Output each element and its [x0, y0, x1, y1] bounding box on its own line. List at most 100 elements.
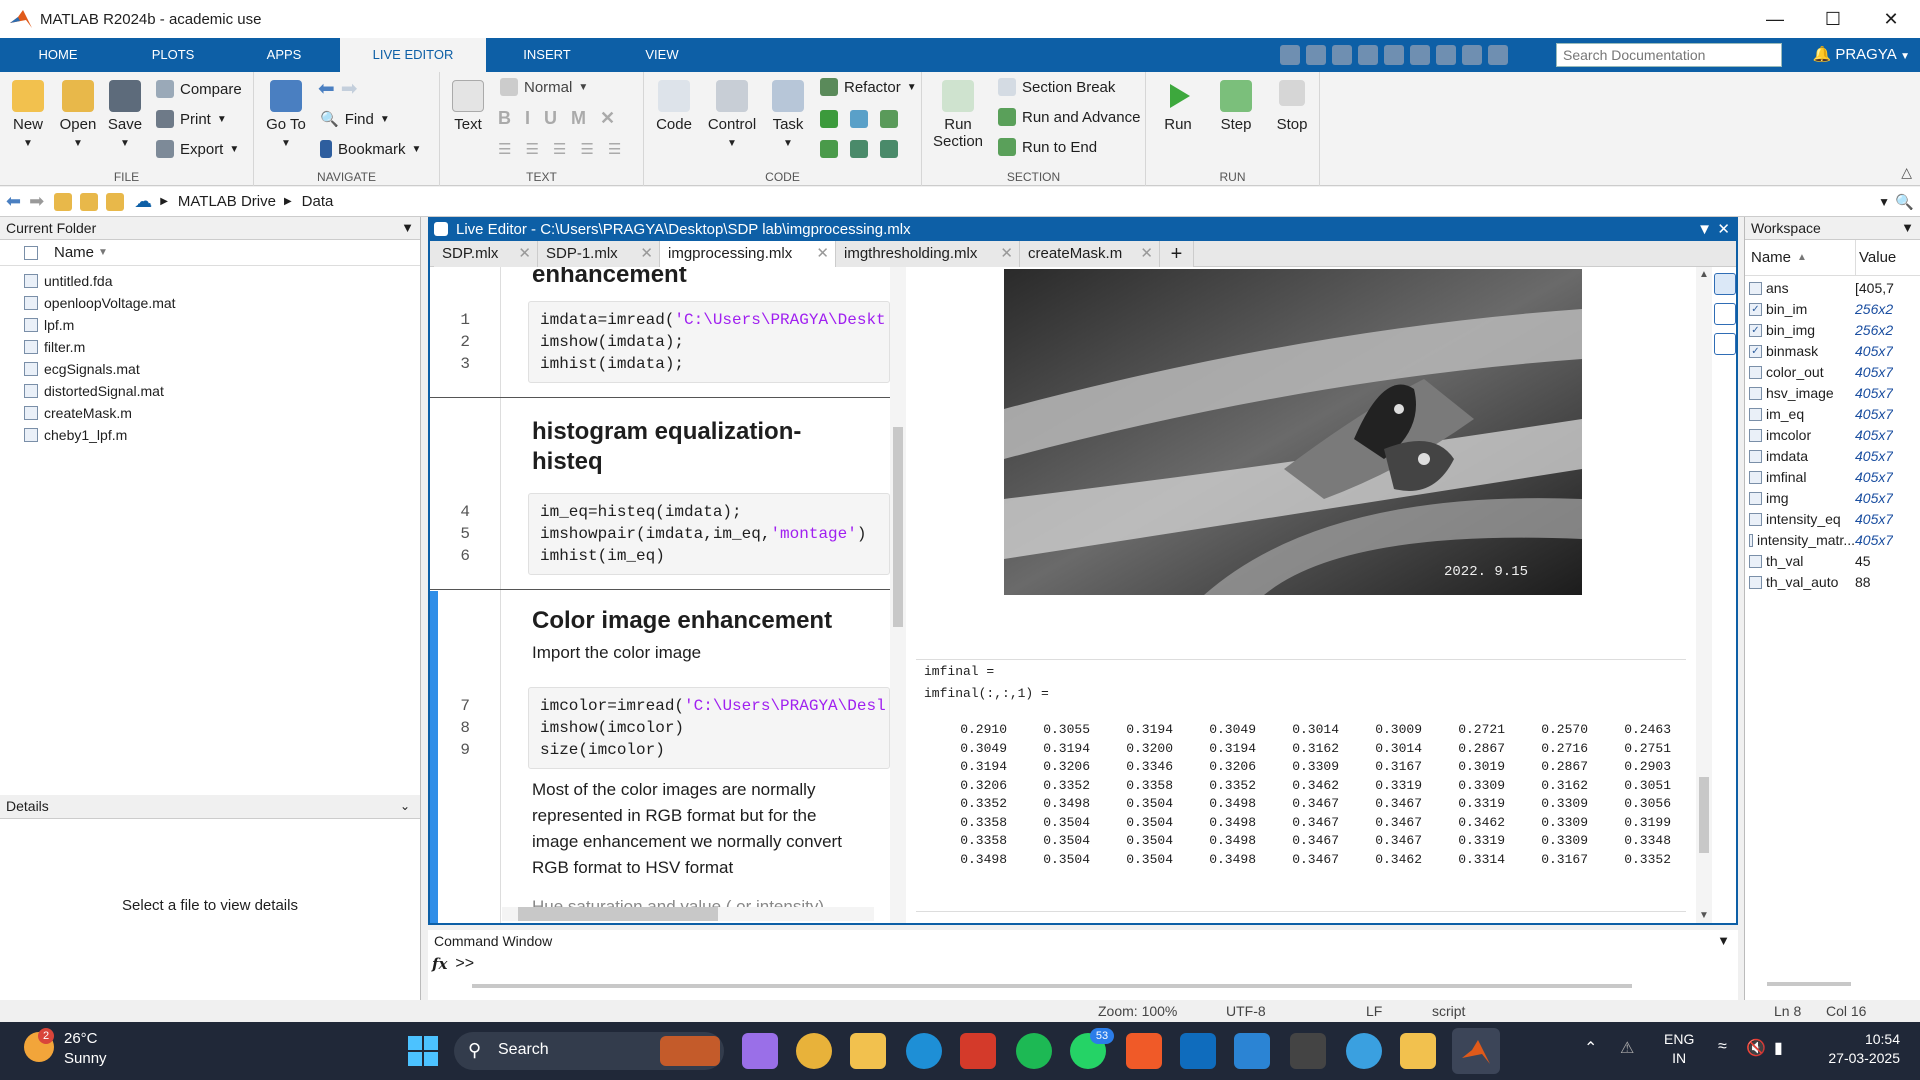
text-button[interactable]: Text — [448, 80, 488, 133]
user-menu[interactable]: 🔔 PRAGYA ▼ — [1812, 38, 1910, 72]
scroll-down-icon[interactable]: ▼ — [1699, 910, 1709, 921]
code-vertical-scrollbar[interactable] — [890, 267, 906, 923]
run-to-end-button[interactable]: Run to End — [998, 138, 1097, 156]
find-button[interactable]: 🔍 Find ▼ — [320, 110, 390, 129]
workspace-variable-row[interactable]: ✓ bin_im 256x2 — [1745, 299, 1920, 320]
save-button[interactable]: Save ▼ — [104, 80, 146, 150]
settings-icon[interactable] — [1488, 45, 1508, 65]
chrome-icon[interactable] — [796, 1033, 832, 1069]
file-list-item[interactable]: ecgSignals.mat — [0, 358, 420, 380]
workspace-variable-row[interactable]: th_val_auto 88 — [1745, 572, 1920, 593]
edge-icon[interactable] — [906, 1033, 942, 1069]
tab-close-icon[interactable]: ✕ — [1000, 241, 1013, 267]
bookmark-button[interactable]: Bookmark ▼ — [320, 140, 421, 158]
file-list-item[interactable]: distortedSignal.mat — [0, 380, 420, 402]
redo-icon[interactable] — [1410, 45, 1430, 65]
search-documentation-input[interactable]: Search Documentation — [1556, 43, 1782, 67]
collapse-ribbon-icon[interactable]: △ — [1901, 164, 1912, 181]
wifi-icon[interactable]: ≈ — [1718, 1038, 1727, 1056]
step-button[interactable]: Step — [1214, 80, 1258, 133]
clear-format-icon[interactable]: ✕ — [600, 108, 615, 129]
outlook-icon[interactable] — [1180, 1033, 1216, 1069]
uncomment-icon[interactable] — [880, 110, 898, 128]
file-list-item[interactable]: lpf.m — [0, 314, 420, 336]
comment-icon[interactable] — [820, 110, 838, 128]
tab-view[interactable]: VIEW — [626, 38, 698, 72]
wrap-comments-icon[interactable] — [850, 110, 868, 128]
help-icon[interactable] — [1462, 45, 1482, 65]
command-input-row[interactable]: fx >> — [428, 952, 1738, 976]
editor-close-icon[interactable]: ✕ — [1717, 219, 1730, 241]
details-header[interactable]: Details ⌄ — [0, 795, 420, 819]
new-button[interactable]: New ▼ — [8, 80, 48, 150]
control-button[interactable]: Control ▼ — [704, 80, 760, 150]
folder-column-header[interactable]: Name ▼ — [0, 240, 420, 266]
forward-arrow-icon[interactable]: ➡ — [341, 76, 358, 101]
command-prompt[interactable]: >> — [455, 955, 474, 973]
medium-icon[interactable] — [1290, 1033, 1326, 1069]
command-scrollbar[interactable] — [472, 984, 1632, 988]
taskbar-search-box[interactable]: ⚲ Search — [454, 1032, 724, 1070]
new-tab-plus-icon[interactable]: + — [1160, 241, 1194, 267]
run-and-advance-button[interactable]: Run and Advance — [998, 108, 1140, 126]
tab-imgthresholding-mlx[interactable]: imgthresholding.mlx ✕ — [836, 241, 1020, 267]
file-explorer-icon[interactable] — [850, 1033, 886, 1069]
paste-icon[interactable] — [1358, 45, 1378, 65]
run-button[interactable]: Run — [1156, 80, 1200, 133]
spotify-icon[interactable] — [1016, 1033, 1052, 1069]
monospace-icon[interactable]: M — [571, 108, 586, 129]
outdent-icon[interactable] — [880, 140, 898, 158]
tab-close-icon[interactable]: ✕ — [640, 241, 653, 267]
print-button[interactable]: Print ▼ — [156, 110, 227, 128]
vscode-icon[interactable] — [1234, 1033, 1270, 1069]
status-line-ending[interactable]: LF — [1366, 1003, 1382, 1019]
workspace-scrollbar[interactable] — [1767, 982, 1851, 986]
bold-icon[interactable]: B — [498, 108, 511, 129]
workspace-variable-row[interactable]: ✓ binmask 405x7 — [1745, 341, 1920, 362]
align-center-icon[interactable]: ☰ — [580, 140, 593, 158]
goto-button[interactable]: Go To ▼ — [262, 80, 310, 150]
back-arrow-icon[interactable]: ⬅ — [318, 76, 335, 101]
tab-sdp-1-mlx[interactable]: SDP-1.mlx ✕ — [538, 241, 660, 267]
align-right-icon[interactable]: ☰ — [608, 140, 621, 158]
hide-code-icon[interactable] — [1714, 333, 1736, 355]
minimize-button[interactable]: — — [1746, 0, 1804, 38]
chevron-down-icon[interactable]: ⌄ — [400, 795, 410, 817]
workspace-variable-row[interactable]: imcolor 405x7 — [1745, 425, 1920, 446]
ws-value-header[interactable]: Value — [1859, 240, 1896, 276]
status-zoom[interactable]: Zoom: 100% — [1098, 1003, 1177, 1019]
scroll-up-icon[interactable]: ▲ — [1699, 269, 1709, 280]
mcafee-icon[interactable] — [960, 1033, 996, 1069]
editor-options-icon[interactable]: ▼ — [1697, 219, 1712, 241]
browse-folder-icon[interactable] — [80, 192, 99, 211]
browser-app-icon[interactable] — [1346, 1033, 1382, 1069]
workspace-variable-row[interactable]: color_out 405x7 — [1745, 362, 1920, 383]
tab-home[interactable]: HOME — [18, 38, 98, 72]
output-inline-icon[interactable] — [1714, 303, 1736, 325]
code-line[interactable]: 9 size(imcolor) — [430, 739, 890, 761]
address-dropdown-icon[interactable]: ▼ — [1878, 195, 1890, 209]
indent-icon[interactable] — [850, 140, 868, 158]
close-button[interactable]: ✕ — [1862, 0, 1920, 38]
ws-name-header[interactable]: Name — [1751, 240, 1791, 276]
back-icon[interactable]: ⬅ — [6, 191, 21, 212]
underline-icon[interactable]: U — [544, 108, 557, 129]
cut-icon[interactable] — [1306, 45, 1326, 65]
battery-icon[interactable]: ▮ — [1774, 1038, 1783, 1058]
chevron-up-icon[interactable]: ⌃ — [1584, 1038, 1597, 1058]
status-encoding[interactable]: UTF-8 — [1226, 1003, 1266, 1019]
stop-button[interactable]: Stop — [1270, 80, 1314, 133]
windows-start-icon[interactable] — [408, 1036, 438, 1066]
workspace-variable-row[interactable]: intensity_matr... 405x7 — [1745, 530, 1920, 551]
workspace-options-icon[interactable]: ▼ — [1901, 217, 1914, 239]
tab-insert[interactable]: INSERT — [506, 38, 588, 72]
code-button[interactable]: Code — [652, 80, 696, 133]
italic-icon[interactable]: I — [525, 108, 530, 129]
task-button[interactable]: Task ▼ — [766, 80, 810, 150]
code-line[interactable]: 1 imdata=imread('C:\Users\PRAGYA\Deskt — [430, 309, 890, 331]
export-button[interactable]: Export ▼ — [156, 140, 239, 158]
matlab-taskbar-icon[interactable] — [1452, 1028, 1500, 1074]
workspace-variable-row[interactable]: hsv_image 405x7 — [1745, 383, 1920, 404]
store-icon[interactable] — [1400, 1033, 1436, 1069]
name-column-header[interactable]: Name — [54, 240, 94, 266]
